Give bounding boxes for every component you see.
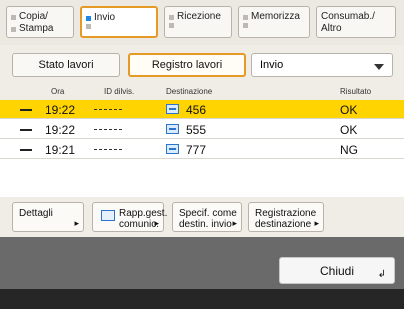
details-button[interactable]: Dettagli ▸ [12,202,84,232]
communication-report-button[interactable]: Rapp.gest. comunic. ▸ [92,202,167,232]
close-button[interactable]: Chiudi ↲ [279,257,395,284]
printer-icon [101,210,115,221]
tab-indicator-icon [86,24,91,29]
col-destination-header: Destinazione [166,87,213,96]
col-id-header: ID dilvis. [104,87,135,96]
status-dash-icon [20,129,32,131]
action-bar: Dettagli ▸ Rapp.gest. comunic. ▸ Specif.… [0,197,404,237]
tab-indicator-icon [86,15,91,21]
tab-indicator-icon [243,23,248,28]
tab-receive[interactable]: Ricezione [164,6,232,38]
job-status-button[interactable]: Stato lavori [12,53,120,77]
tab-copy-print[interactable]: Copia/ Stampa [6,6,74,38]
table-row[interactable]: 19:21 777 NG [0,140,404,159]
status-bar: Chiudi ↲ [0,237,404,289]
specify-as-destination-button[interactable]: Specif. come destin. invio ▸ [172,202,242,232]
status-dash-icon [20,149,32,151]
id-placeholder [94,149,122,150]
corner-arrow-icon: ▸ [74,218,79,228]
id-placeholder [94,129,122,130]
return-arrow-icon: ↲ [377,269,386,280]
corner-arrow-icon: ▸ [232,218,237,228]
corner-arrow-icon: ▸ [154,218,159,228]
table-row[interactable]: 19:22 456 OK [0,100,404,119]
tab-indicator-icon [11,14,16,20]
chevron-down-icon [374,64,384,70]
tab-store[interactable]: Memorizza [238,6,310,38]
status-dash-icon [20,109,32,111]
job-log-screen: Copia/ Stampa Invio Ricezione Memorizza [0,0,404,309]
tab-indicator-icon [11,26,16,32]
register-destination-button[interactable]: Registrazione destinazione ▸ [248,202,324,232]
tab-indicator-icon [243,14,248,20]
table-header: Ora ID dilvis. Destinazione Risultato [0,83,404,100]
corner-arrow-icon: ▸ [314,218,319,228]
col-result-header: Risultato [340,87,372,96]
fax-icon [166,124,179,134]
job-view-bar: Stato lavori Registro lavori Invio [0,45,404,83]
table-row[interactable]: 19:22 555 OK [0,120,404,139]
tab-consumables-other[interactable]: Consumab./ Altro [316,6,396,38]
id-placeholder [94,109,122,110]
footer-bar [0,289,404,309]
tab-indicator-icon [169,14,174,20]
job-log-button[interactable]: Registro lavori [128,53,246,77]
col-time-header: Ora [51,87,65,96]
job-type-dropdown[interactable]: Invio [251,53,393,77]
fax-icon [166,144,179,154]
main-tab-bar: Copia/ Stampa Invio Ricezione Memorizza [0,0,404,45]
fax-icon [166,104,179,114]
tab-indicator-icon [169,23,174,28]
tab-send[interactable]: Invio [80,6,158,38]
